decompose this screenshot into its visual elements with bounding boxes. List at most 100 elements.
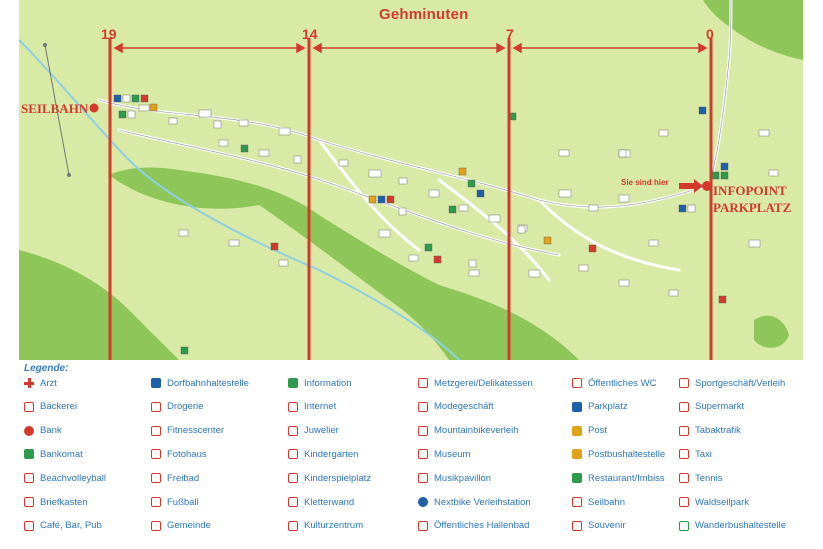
legend-item-cafe: Café, Bar, Pub <box>24 518 102 534</box>
legend-label: Supermarkt <box>695 401 745 413</box>
post-icon <box>572 425 582 436</box>
legend-label: Sportgeschäft/Verleih <box>695 377 786 389</box>
legend-label: Nextbike Verleihstation <box>434 496 531 508</box>
playground-icon <box>288 473 298 484</box>
drugstore-icon <box>151 401 161 412</box>
legend-label: Gemeinde <box>167 520 211 532</box>
hiking-bus-stop-icon <box>679 520 689 531</box>
legend-label: Freibad <box>167 472 200 484</box>
postbus-stop-icon <box>572 449 582 460</box>
legend-label: Café, Bar, Pub <box>40 520 102 532</box>
legend-item-drugstore: Drogerie <box>151 399 203 415</box>
legend-label: Drogerie <box>167 401 204 413</box>
legend-label: Öffentliches Hallenbad <box>434 520 530 532</box>
football-icon <box>151 497 161 507</box>
indoor-pool-icon <box>418 520 428 531</box>
tennis-icon <box>679 473 689 484</box>
legend-item-red-cross: Arzt <box>24 375 57 391</box>
legend-label: Seilbahn <box>588 496 625 508</box>
taxi-icon <box>679 449 689 460</box>
legend-label: Öffentliches WC <box>588 377 657 389</box>
legend-label: Internet <box>304 401 337 413</box>
legend-label: Mountainbikeverleih <box>434 425 519 437</box>
legend-item-hiking-bus-stop: Wanderbushaltestelle <box>679 518 786 534</box>
place-label-infopoint[interactable]: INFOPOINT <box>713 182 787 199</box>
legend-item-taxi: Taxi <box>679 446 712 462</box>
legend-label: Souvenir <box>588 520 626 532</box>
legend-title: Legende: <box>24 363 69 374</box>
legend-item-music-pavilion: Musikpavillon <box>418 470 491 486</box>
mountainbike-icon <box>418 425 428 436</box>
legend-item-bakery: Bäckerei <box>24 399 77 415</box>
museum-icon <box>418 449 428 460</box>
bank-icon <box>24 425 34 436</box>
legend-item-playground: Kinderspielplatz <box>288 470 371 486</box>
legend-label: Juwelier <box>304 425 339 437</box>
legend-item-bank: Bank <box>24 423 62 439</box>
legend-item-mailbox: Briefkasten <box>24 494 88 510</box>
legend-label: Postbushaltestelle <box>588 448 666 460</box>
legend-item-parking: Parkplatz <box>572 399 628 415</box>
souvenir-icon <box>572 520 582 531</box>
legend-item-butcher: Metzgerei/Delikatessen <box>418 375 533 391</box>
legend-item-cable-car: Seilbahn <box>572 494 625 510</box>
legend-item-mountainbike: Mountainbikeverleih <box>418 423 519 439</box>
you-are-here-label: Sie sind hier <box>621 178 669 187</box>
forest-rope-park-icon <box>679 497 689 507</box>
tobacco-icon <box>679 425 689 436</box>
legend-item-museum: Museum <box>418 446 470 462</box>
legend-label: Fußball <box>167 496 199 508</box>
village-map[interactable]: Gehminuten 19 14 7 0 SEILBAHN INFOPOINT … <box>19 0 803 360</box>
legend-label: Fitnesscenter <box>167 425 225 437</box>
legend-label: Wanderbushaltestelle <box>695 520 787 532</box>
legend-item-jeweler: Juwelier <box>288 423 339 439</box>
legend-item-outdoor-pool: Freibad <box>151 470 199 486</box>
cafe-icon <box>24 520 34 531</box>
legend-label: Tabaktrafik <box>695 425 741 437</box>
legend-item-football: Fußball <box>151 494 199 510</box>
legend-item-culture-center: Kulturzentrum <box>288 518 363 534</box>
legend-label: Parkplatz <box>588 401 628 413</box>
kindergarten-icon <box>288 449 298 460</box>
legend-item-climbing-wall: Kletterwand <box>288 494 354 510</box>
legend-item-nextbike: Nextbike Verleihstation <box>418 494 531 510</box>
legend-label: Post <box>588 425 608 437</box>
legend-item-information: Information <box>288 375 352 391</box>
place-label-seilbahn[interactable]: SEILBAHN <box>21 100 88 117</box>
legend-label: Kinderspielplatz <box>304 472 372 484</box>
legend-item-kindergarten: Kindergarten <box>288 446 358 462</box>
legend-item-indoor-pool: Öffentliches Hallenbad <box>418 518 529 534</box>
legend-item-photo: Fotohaus <box>151 446 207 462</box>
place-label-parkplatz[interactable]: PARKPLATZ <box>713 199 791 216</box>
legend-item-tobacco: Tabaktrafik <box>679 423 741 439</box>
map-title: Gehminuten <box>379 6 469 23</box>
outdoor-pool-icon <box>151 473 161 484</box>
supermarket-icon <box>679 401 689 412</box>
forest-patch-east <box>754 315 789 348</box>
nextbike-icon <box>418 497 428 507</box>
legend-label: Briefkasten <box>40 496 88 508</box>
minute-marker-19: 19 <box>101 26 117 42</box>
internet-icon <box>288 401 298 412</box>
wc-icon <box>572 378 582 388</box>
forest-area-northeast <box>703 0 803 60</box>
legend-label: Arzt <box>40 377 57 389</box>
map-graphics <box>19 0 803 360</box>
legend-label: Bankomat <box>40 448 83 460</box>
distance-arrows <box>113 42 708 54</box>
legend-item-forest-rope-park: Waldseilpark <box>679 494 749 510</box>
legend-label: Information <box>304 377 352 389</box>
roads <box>97 0 733 282</box>
legend-item-post: Post <box>572 423 607 439</box>
legend-label: Tennis <box>695 472 723 484</box>
legend-label: Modegeschäft <box>434 401 494 413</box>
sports-shop-icon <box>679 378 689 388</box>
infopoint-point <box>702 181 712 191</box>
red-cross-icon <box>24 378 34 388</box>
legend-item-municipality: Gemeinde <box>151 518 211 534</box>
cable-car-icon <box>572 497 582 507</box>
legend-label: Kulturzentrum <box>304 520 364 532</box>
village-bus-stop-icon <box>151 378 161 388</box>
butcher-icon <box>418 378 428 388</box>
legend-label: Fotohaus <box>167 448 207 460</box>
